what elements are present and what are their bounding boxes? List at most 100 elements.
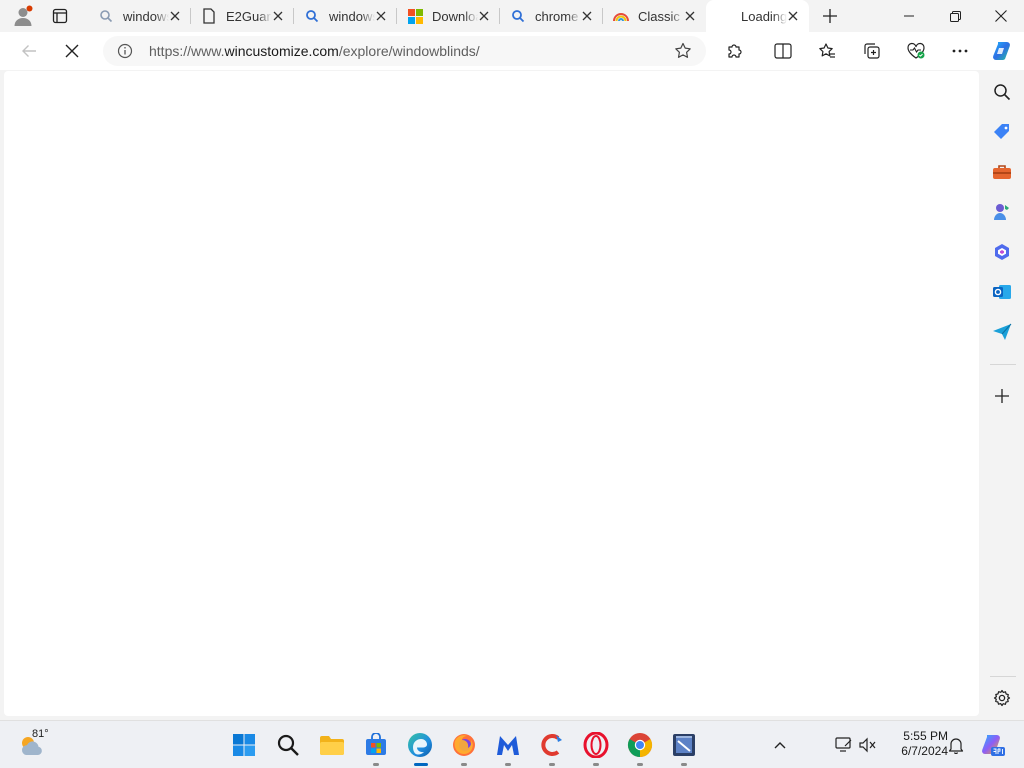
- split-screen-button[interactable]: [768, 36, 798, 66]
- heart-pulse-icon: [906, 42, 926, 60]
- app-window-icon: [672, 733, 696, 757]
- firefox-icon: [451, 732, 477, 758]
- clock-time: 5:55 PM: [903, 729, 948, 743]
- sidebar-settings-button[interactable]: [990, 686, 1014, 710]
- close-window-button[interactable]: [978, 0, 1024, 32]
- copilot-button[interactable]: [987, 36, 1017, 66]
- new-tab-button[interactable]: [816, 0, 844, 32]
- plus-icon: [995, 389, 1009, 403]
- favorites-button[interactable]: [812, 36, 842, 66]
- restore-icon: [949, 10, 961, 22]
- running-indicator: [373, 763, 379, 766]
- taskbar-malwarebytes[interactable]: [492, 729, 524, 766]
- sidebar-microsoft-365-button[interactable]: [990, 240, 1014, 264]
- settings-and-more-button[interactable]: [945, 36, 975, 66]
- taskbar-search-button[interactable]: [272, 729, 304, 761]
- collections-icon: [863, 42, 881, 60]
- close-tab-icon[interactable]: [579, 8, 595, 24]
- tab[interactable]: chrome: [500, 0, 603, 32]
- close-tab-icon[interactable]: [270, 8, 286, 24]
- windows-taskbar: 81° 5:55 PM 6/7/2024: [0, 720, 1024, 768]
- close-icon: [995, 10, 1007, 22]
- tab-actions-button[interactable]: [46, 0, 74, 32]
- profile-button[interactable]: [8, 0, 38, 32]
- close-tab-icon[interactable]: [373, 8, 389, 24]
- start-button[interactable]: [228, 729, 260, 761]
- taskbar-edge[interactable]: [404, 729, 436, 766]
- sidebar-drop-button[interactable]: [990, 320, 1014, 344]
- sidebar-shopping-button[interactable]: [990, 120, 1014, 144]
- taskbar-file-explorer[interactable]: [316, 729, 348, 761]
- running-indicator-active: [414, 763, 428, 766]
- sidebar-games-button[interactable]: [990, 200, 1014, 224]
- taskbar-ccleaner[interactable]: [536, 729, 568, 766]
- malwarebytes-icon: [495, 733, 521, 757]
- url-scheme: https://www.: [149, 43, 225, 59]
- search-icon: [276, 733, 300, 757]
- close-tab-icon[interactable]: [476, 8, 492, 24]
- system-clock[interactable]: 5:55 PM 6/7/2024: [888, 729, 948, 759]
- tab-actions-icon: [52, 8, 68, 24]
- tab-title: E2Guardian: [226, 8, 272, 24]
- bell-icon: [948, 736, 964, 754]
- tab[interactable]: Classic: [603, 0, 706, 32]
- address-bar[interactable]: https://www.wincustomize.com/explore/win…: [103, 36, 706, 66]
- collections-button[interactable]: [857, 36, 887, 66]
- back-button[interactable]: [14, 36, 44, 66]
- tab[interactable]: windows: [88, 0, 191, 32]
- running-indicator: [505, 763, 511, 766]
- site-info-icon[interactable]: [117, 43, 133, 59]
- sidebar-tools-button[interactable]: [990, 160, 1014, 184]
- favorite-star-icon[interactable]: [674, 42, 692, 60]
- send-plane-icon: [992, 323, 1012, 341]
- favorites-icon: [818, 42, 836, 60]
- search-icon: [98, 8, 114, 24]
- running-indicator: [549, 763, 555, 766]
- taskbar-firefox[interactable]: [448, 729, 480, 766]
- gear-icon: [993, 689, 1011, 707]
- tab-active[interactable]: Loading: [706, 0, 809, 32]
- folder-icon: [319, 734, 345, 756]
- taskbar-opera[interactable]: [580, 729, 612, 766]
- minimize-icon: [904, 11, 914, 21]
- notifications-button[interactable]: [940, 729, 972, 761]
- minimize-button[interactable]: [886, 0, 932, 32]
- toolbox-icon: [992, 163, 1012, 181]
- edge-icon: [407, 732, 433, 758]
- clock-date: 6/7/2024: [901, 744, 948, 758]
- microsoft-365-icon: [992, 242, 1012, 262]
- tab[interactable]: E2Guardian: [191, 0, 294, 32]
- sidebar-search-button[interactable]: [990, 80, 1014, 104]
- store-bag-icon: [364, 733, 388, 757]
- copilot-icon: [990, 39, 1014, 63]
- restore-button[interactable]: [932, 0, 978, 32]
- show-hidden-icons-button[interactable]: [764, 729, 796, 761]
- close-tab-icon[interactable]: [785, 8, 801, 24]
- taskbar-microsoft-store[interactable]: [360, 729, 392, 766]
- running-indicator: [593, 763, 599, 766]
- profile-avatar-icon: [12, 5, 34, 27]
- sidebar-outlook-button[interactable]: [990, 280, 1014, 304]
- opera-icon: [583, 732, 609, 758]
- tab-title: Loading: [741, 8, 787, 24]
- volume-tray-button[interactable]: [852, 729, 884, 761]
- shopping-tag-icon: [992, 122, 1012, 142]
- sidebar-add-button[interactable]: [990, 384, 1014, 408]
- close-tab-icon[interactable]: [167, 8, 183, 24]
- rainbow-icon: [613, 8, 629, 24]
- stop-icon: [65, 44, 79, 58]
- puzzle-icon: [726, 42, 744, 60]
- taskbar-chrome[interactable]: [624, 729, 656, 766]
- chrome-icon: [627, 732, 653, 758]
- url-text[interactable]: https://www.wincustomize.com/explore/win…: [149, 43, 480, 59]
- taskbar-app[interactable]: [668, 729, 700, 766]
- stop-loading-button[interactable]: [57, 36, 87, 66]
- copilot-preview-button[interactable]: [976, 729, 1008, 761]
- extensions-button[interactable]: [720, 36, 750, 66]
- tab[interactable]: Downloads: [397, 0, 500, 32]
- outlook-icon: [992, 282, 1012, 302]
- close-tab-icon[interactable]: [682, 8, 698, 24]
- running-indicator: [681, 763, 687, 766]
- tab[interactable]: windows: [294, 0, 397, 32]
- browser-essentials-button[interactable]: [901, 36, 931, 66]
